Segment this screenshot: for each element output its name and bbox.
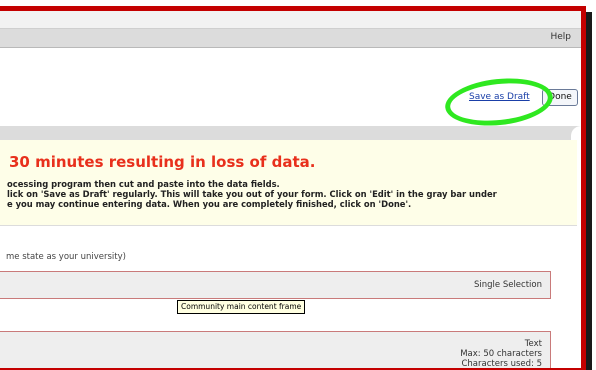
save-as-draft-link[interactable]: Save as Draft bbox=[469, 92, 530, 102]
tooltip: Community main content frame bbox=[177, 300, 306, 314]
highlight-circle-annotation bbox=[442, 73, 556, 131]
single-selection-field[interactable]: Single Selection bbox=[0, 271, 551, 299]
warning-title: 30 minutes resulting in loss of data. bbox=[9, 153, 316, 171]
top-toolbar bbox=[0, 11, 581, 29]
field-type-label: Single Selection bbox=[473, 280, 542, 290]
field-note: me state as your university) bbox=[6, 252, 126, 262]
menu-bar bbox=[0, 29, 581, 48]
warning-header-bar bbox=[0, 126, 581, 140]
max-characters-label: Max: 50 characters bbox=[460, 349, 542, 359]
done-button[interactable]: Done bbox=[542, 89, 578, 106]
warning-line-3: e you may continue entering data. When y… bbox=[7, 199, 412, 209]
warning-line-1: ocessing program then cut and paste into… bbox=[7, 179, 280, 189]
text-field[interactable]: Text Max: 50 characters Characters used:… bbox=[0, 331, 551, 368]
warning-line-2: lick on 'Save as Draft' regularly. This … bbox=[7, 189, 497, 199]
help-link[interactable]: Help bbox=[550, 32, 571, 42]
characters-used-label: Characters used: 5 bbox=[461, 359, 542, 368]
content-panel: Help Save as Draft Done 30 minutes resul… bbox=[0, 11, 581, 368]
field-type-label: Text bbox=[524, 339, 542, 349]
